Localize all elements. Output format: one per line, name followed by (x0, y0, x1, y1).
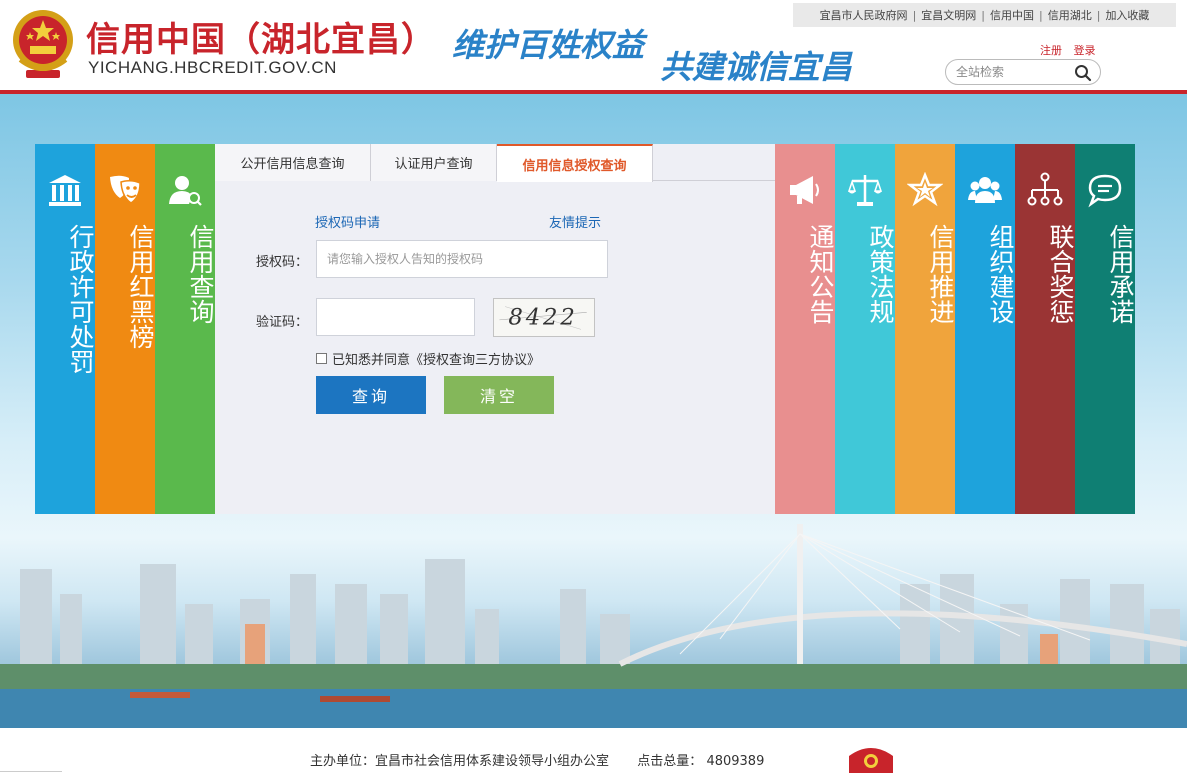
footer-host: 主办单位：宜昌市社会信用体系建设领导小组办公室 (310, 754, 610, 769)
courthouse-icon (49, 175, 81, 206)
top-link-favorite[interactable]: 加入收藏 (1105, 7, 1149, 23)
user-search-icon (169, 176, 202, 206)
verify-code-input[interactable] (316, 298, 475, 336)
tile-label: 信用查询 (186, 224, 215, 324)
theater-masks-icon (110, 175, 141, 204)
agreement-label: 已知悉并同意《授权查询三方协议》 (332, 353, 541, 368)
site-title: 信用中国（湖北宜昌） (86, 20, 436, 60)
main-panel: 行政许可处罚 信用红黑榜 信用查询 公开信用信息查询 认证用户查询 信用信息授权… (35, 144, 1135, 514)
friendly-tips-link[interactable]: 友情提示 (549, 212, 601, 231)
search-input[interactable] (956, 63, 1074, 81)
divider: | (981, 8, 985, 22)
tab-certified-user-query[interactable]: 认证用户查询 (371, 144, 497, 181)
site-domain: YICHANG.HBCREDIT.GOV.CN (88, 58, 337, 77)
query-button[interactable]: 查询 (316, 376, 426, 414)
city-skyline-image (0, 524, 1187, 728)
captcha-image[interactable]: 8422 (493, 298, 595, 337)
verify-code-label: 验证码： (255, 315, 308, 330)
speech-bubble-icon (1088, 174, 1122, 208)
top-link-civilization[interactable]: 宜昌文明网 (921, 7, 976, 23)
site-header: 信用中国（湖北宜昌） YICHANG.HBCREDIT.GOV.CN 维护百姓权… (0, 0, 1187, 90)
tile-label: 信用承诺 (1106, 224, 1135, 324)
tile-label: 行政许可处罚 (66, 224, 95, 374)
footer-visits-label: 点击总量： (637, 754, 703, 769)
tile-policies[interactable]: 政策法规 (835, 144, 895, 514)
tab-bar: 公开信用信息查询 认证用户查询 信用信息授权查询 (215, 144, 775, 182)
divider: | (912, 8, 917, 22)
footer-visits-value: 4809389 (706, 754, 765, 769)
scales-icon (847, 175, 883, 206)
seal-icon (849, 748, 893, 773)
tab-public-credit-query[interactable]: 公开信用信息查询 (215, 144, 371, 181)
site-search (945, 59, 1101, 85)
register-link[interactable]: 注册 (1040, 44, 1062, 57)
tile-organization[interactable]: 组织建设 (955, 144, 1015, 514)
tile-admin-license-penalty[interactable]: 行政许可处罚 (35, 144, 95, 514)
auth-code-label: 授权码： (255, 255, 308, 270)
site-footer: 主办单位：宜昌市社会信用体系建设领导小组办公室 点击总量： 4809389 (0, 728, 1187, 773)
tile-label: 通知公告 (806, 224, 835, 324)
captcha-text: 8422 (508, 305, 577, 331)
tile-credit-query[interactable]: 信用查询 (155, 144, 215, 514)
top-link-gov[interactable]: 宜昌市人民政府网 (820, 7, 908, 23)
divider: | (1039, 8, 1043, 22)
divider (0, 771, 62, 772)
agreement-row: 已知悉并同意《授权查询三方协议》 (316, 349, 540, 368)
national-emblem-icon (13, 10, 73, 78)
tile-credit-red-black-list[interactable]: 信用红黑榜 (95, 144, 155, 514)
auth-code-apply-link[interactable]: 授权码申请 (315, 212, 380, 231)
top-link-credit-hubei[interactable]: 信用湖北 (1048, 7, 1092, 23)
megaphone-icon (790, 176, 819, 204)
slogan-left: 维护百姓权益 (452, 26, 645, 64)
agreement-checkbox[interactable] (316, 353, 327, 364)
slogan-right: 共建诚信宜昌 (660, 48, 853, 86)
login-link[interactable]: 登录 (1074, 44, 1096, 57)
tile-label: 政策法规 (866, 224, 895, 324)
tile-label: 信用红黑榜 (126, 224, 155, 349)
tile-joint-reward-punishment[interactable]: 联合奖惩 (1015, 144, 1075, 514)
clear-button[interactable]: 清空 (444, 376, 554, 414)
tile-label: 组织建设 (986, 224, 1015, 324)
query-panel: 公开信用信息查询 认证用户查询 信用信息授权查询 授权码申请 友情提示 授权码：… (215, 144, 775, 514)
auth-links: 注册 登录 (1040, 42, 1104, 58)
tab-authorized-query[interactable]: 信用信息授权查询 (497, 144, 653, 182)
auth-code-input[interactable] (316, 240, 608, 278)
org-chart-icon (1027, 172, 1063, 206)
tile-credit-commitment[interactable]: 信用承诺 (1075, 144, 1135, 514)
footer-info: 主办单位：宜昌市社会信用体系建设领导小组办公室 点击总量： 4809389 (310, 750, 764, 769)
top-link-credit-china[interactable]: 信用中国 (990, 7, 1034, 23)
tile-notices[interactable]: 通知公告 (775, 144, 835, 514)
divider: | (1096, 8, 1101, 22)
tile-label: 联合奖惩 (1046, 224, 1075, 324)
star-icon (907, 172, 943, 207)
search-icon[interactable] (1074, 64, 1092, 82)
top-links-bar: 宜昌市人民政府网 | 宜昌文明网 | 信用中国 | 信用湖北 | 加入收藏 (793, 3, 1176, 27)
tile-label: 信用推进 (926, 224, 955, 324)
tile-credit-promotion[interactable]: 信用推进 (895, 144, 955, 514)
people-icon (968, 177, 1002, 203)
